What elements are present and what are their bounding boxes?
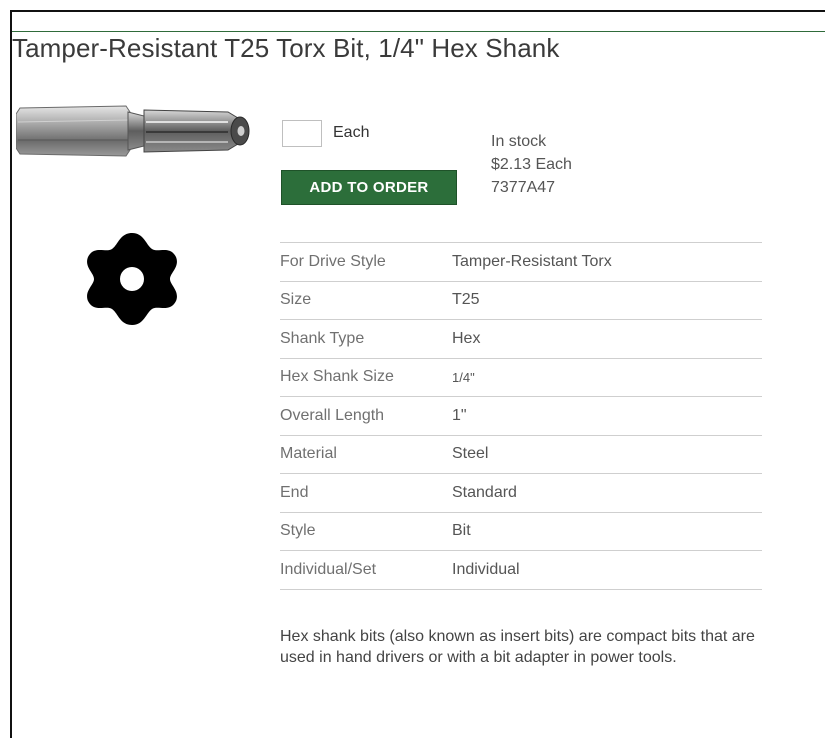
tamper-resistant-torx-drive-icon <box>87 233 177 325</box>
spec-row: For Drive Style Tamper-Resistant Torx <box>280 242 762 282</box>
spec-value: T25 <box>452 291 480 309</box>
spec-row: Hex Shank Size 1/4" <box>280 358 762 397</box>
part-number[interactable]: 7377A47 <box>491 176 572 199</box>
spec-value: 1" <box>452 406 467 424</box>
spec-value: 1/4" <box>452 369 475 385</box>
spec-label: Size <box>280 291 312 309</box>
spec-row: Shank Type Hex <box>280 319 762 359</box>
add-to-order-button[interactable]: ADD TO ORDER <box>281 170 457 205</box>
spec-value: Individual <box>452 560 520 578</box>
spec-row: End Standard <box>280 473 762 513</box>
quantity-unit-label: Each <box>333 124 370 141</box>
spec-row: Material Steel <box>280 435 762 474</box>
spec-row: Overall Length 1" <box>280 396 762 436</box>
spec-label: End <box>280 483 309 501</box>
spec-label: Hex Shank Size <box>280 368 394 386</box>
torx-bit-image <box>16 105 250 157</box>
price: $2.13 Each <box>491 156 572 173</box>
spec-row: Size T25 <box>280 281 762 320</box>
page-title: Tamper-Resistant T25 Torx Bit, 1/4" Hex … <box>12 33 560 63</box>
spec-value: Standard <box>452 483 517 501</box>
quantity-input[interactable] <box>282 120 322 147</box>
title-divider <box>12 31 825 32</box>
stock-info: In stock $2.13 Each 7377A47 <box>491 130 572 199</box>
spec-row: Style Bit <box>280 512 762 551</box>
spec-label: Material <box>280 445 337 463</box>
spec-table: For Drive Style Tamper-Resistant Torx Si… <box>280 242 762 590</box>
spec-value: Bit <box>452 522 471 540</box>
spec-label: Individual/Set <box>280 560 377 578</box>
spec-row: Individual/Set Individual <box>280 550 762 589</box>
spec-label: Overall Length <box>280 406 385 424</box>
spec-value: Tamper-Resistant Torx <box>452 252 612 270</box>
spec-label: For Drive Style <box>280 252 386 270</box>
spec-label: Style <box>280 522 316 540</box>
spec-label: Shank Type <box>280 329 365 347</box>
spec-value: Steel <box>452 445 489 463</box>
product-description: Hex shank bits (also known as insert bit… <box>280 628 755 666</box>
spec-value: Hex <box>452 329 481 347</box>
stock-status: In stock <box>491 133 547 150</box>
